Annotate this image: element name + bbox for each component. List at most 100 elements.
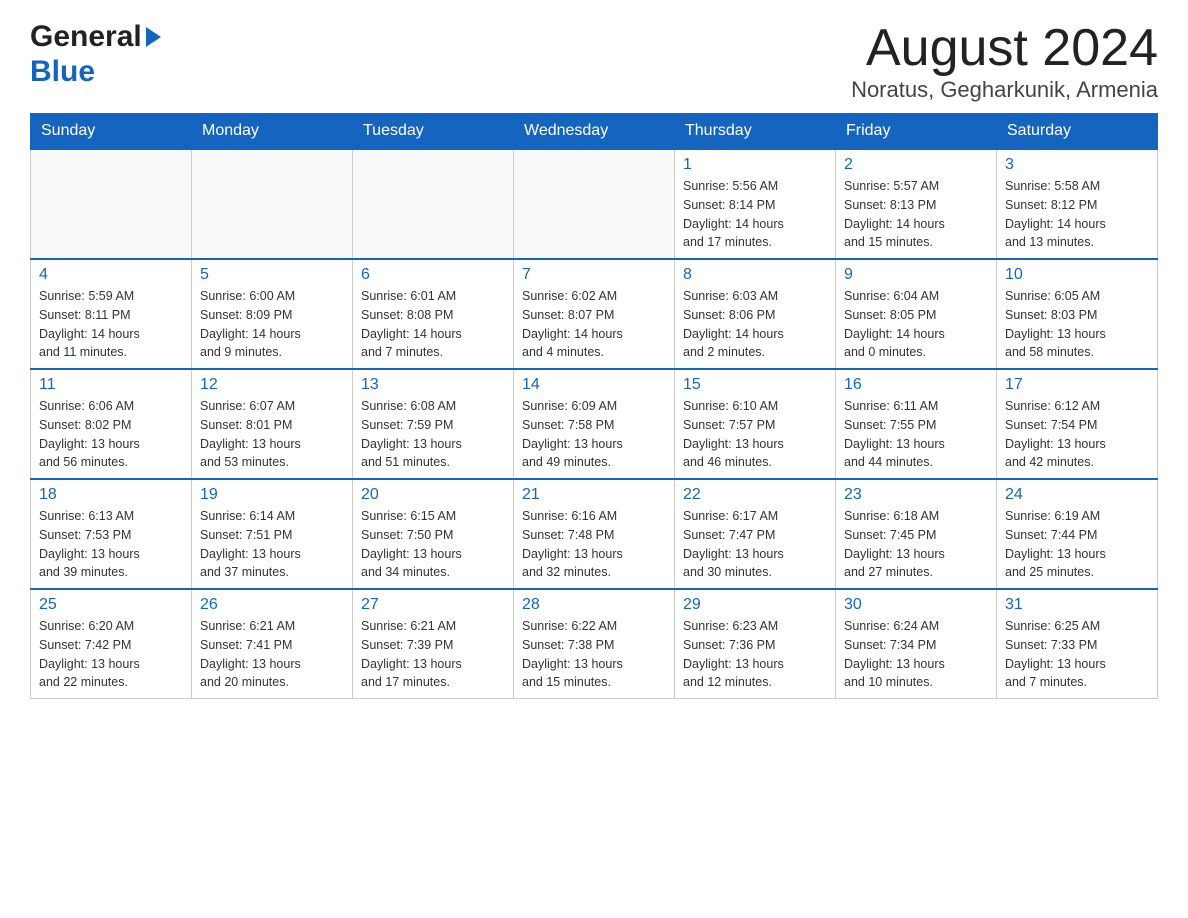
day-number: 29	[683, 596, 827, 614]
day-info: Sunrise: 6:02 AM Sunset: 8:07 PM Dayligh…	[522, 287, 666, 362]
day-number: 2	[844, 156, 988, 174]
day-number: 7	[522, 266, 666, 284]
week-row-2: 4 Sunrise: 5:59 AM Sunset: 8:11 PM Daylig…	[31, 259, 1158, 369]
day-info: Sunrise: 6:07 AM Sunset: 8:01 PM Dayligh…	[200, 397, 344, 472]
calendar-cell: 16 Sunrise: 6:11 AM Sunset: 7:55 PM Dayli…	[836, 369, 997, 479]
day-info: Sunrise: 6:14 AM Sunset: 7:51 PM Dayligh…	[200, 507, 344, 582]
day-info: Sunrise: 6:06 AM Sunset: 8:02 PM Dayligh…	[39, 397, 183, 472]
day-info: Sunrise: 6:16 AM Sunset: 7:48 PM Dayligh…	[522, 507, 666, 582]
day-number: 3	[1005, 156, 1149, 174]
day-number: 1	[683, 156, 827, 174]
day-info: Sunrise: 6:17 AM Sunset: 7:47 PM Dayligh…	[683, 507, 827, 582]
calendar-cell: 14 Sunrise: 6:09 AM Sunset: 7:58 PM Dayli…	[514, 369, 675, 479]
day-number: 8	[683, 266, 827, 284]
day-number: 12	[200, 376, 344, 394]
day-number: 30	[844, 596, 988, 614]
calendar-cell: 21Sunrise: 6:16 AM Sunset: 7:48 PM Dayli…	[514, 479, 675, 589]
day-header-monday: Monday	[192, 114, 353, 150]
day-number: 5	[200, 266, 344, 284]
day-number: 18	[39, 486, 183, 504]
day-number: 10	[1005, 266, 1149, 284]
day-number: 14	[522, 376, 666, 394]
day-info: Sunrise: 6:10 AM Sunset: 7:57 PM Dayligh…	[683, 397, 827, 472]
day-info: Sunrise: 5:59 AM Sunset: 8:11 PM Dayligh…	[39, 287, 183, 362]
calendar-cell: 26 Sunrise: 6:21 AM Sunset: 7:41 PM Dayli…	[192, 589, 353, 699]
day-number: 16	[844, 376, 988, 394]
day-info: Sunrise: 6:03 AM Sunset: 8:06 PM Dayligh…	[683, 287, 827, 362]
day-number: 19	[200, 486, 344, 504]
day-header-saturday: Saturday	[997, 114, 1158, 150]
calendar-cell: 19 Sunrise: 6:14 AM Sunset: 7:51 PM Dayli…	[192, 479, 353, 589]
day-number: 11	[39, 376, 183, 394]
day-info: Sunrise: 6:01 AM Sunset: 8:08 PM Dayligh…	[361, 287, 505, 362]
calendar-cell: 7 Sunrise: 6:02 AM Sunset: 8:07 PM Daylig…	[514, 259, 675, 369]
day-info: Sunrise: 6:08 AM Sunset: 7:59 PM Dayligh…	[361, 397, 505, 472]
day-header-tuesday: Tuesday	[353, 114, 514, 150]
week-row-1: 1 Sunrise: 5:56 AM Sunset: 8:14 PM Daylig…	[31, 149, 1158, 259]
day-info: Sunrise: 6:11 AM Sunset: 7:55 PM Dayligh…	[844, 397, 988, 472]
day-number: 6	[361, 266, 505, 284]
day-number: 22	[683, 486, 827, 504]
calendar-cell: 10 Sunrise: 6:05 AM Sunset: 8:03 PM Dayli…	[997, 259, 1158, 369]
calendar-cell: 3 Sunrise: 5:58 AM Sunset: 8:12 PM Daylig…	[997, 149, 1158, 259]
day-number: 17	[1005, 376, 1149, 394]
calendar-cell: 24 Sunrise: 6:19 AM Sunset: 7:44 PM Dayli…	[997, 479, 1158, 589]
day-number: 20	[361, 486, 505, 504]
day-number: 13	[361, 376, 505, 394]
day-info: Sunrise: 6:04 AM Sunset: 8:05 PM Dayligh…	[844, 287, 988, 362]
day-info: Sunrise: 6:19 AM Sunset: 7:44 PM Dayligh…	[1005, 507, 1149, 582]
day-number: 26	[200, 596, 344, 614]
calendar-cell: 27Sunrise: 6:21 AM Sunset: 7:39 PM Dayli…	[353, 589, 514, 699]
calendar-cell	[31, 149, 192, 259]
calendar-cell: 4 Sunrise: 5:59 AM Sunset: 8:11 PM Daylig…	[31, 259, 192, 369]
calendar-cell: 22 Sunrise: 6:17 AM Sunset: 7:47 PM Dayli…	[675, 479, 836, 589]
calendar-cell: 15Sunrise: 6:10 AM Sunset: 7:57 PM Dayli…	[675, 369, 836, 479]
day-number: 24	[1005, 486, 1149, 504]
logo-arrow-icon	[146, 27, 161, 47]
day-info: Sunrise: 6:15 AM Sunset: 7:50 PM Dayligh…	[361, 507, 505, 582]
calendar-cell: 13 Sunrise: 6:08 AM Sunset: 7:59 PM Dayli…	[353, 369, 514, 479]
calendar-cell	[353, 149, 514, 259]
day-info: Sunrise: 6:18 AM Sunset: 7:45 PM Dayligh…	[844, 507, 988, 582]
day-number: 31	[1005, 596, 1149, 614]
calendar-cell: 18Sunrise: 6:13 AM Sunset: 7:53 PM Dayli…	[31, 479, 192, 589]
calendar-cell	[514, 149, 675, 259]
calendar-cell: 17 Sunrise: 6:12 AM Sunset: 7:54 PM Dayli…	[997, 369, 1158, 479]
calendar-cell: 12 Sunrise: 6:07 AM Sunset: 8:01 PM Dayli…	[192, 369, 353, 479]
day-info: Sunrise: 6:23 AM Sunset: 7:36 PM Dayligh…	[683, 617, 827, 692]
calendar-cell: 25 Sunrise: 6:20 AM Sunset: 7:42 PM Dayli…	[31, 589, 192, 699]
calendar-cell: 28Sunrise: 6:22 AM Sunset: 7:38 PM Dayli…	[514, 589, 675, 699]
location: Noratus, Gegharkunik, Armenia	[851, 77, 1158, 103]
day-info: Sunrise: 6:00 AM Sunset: 8:09 PM Dayligh…	[200, 287, 344, 362]
day-info: Sunrise: 6:21 AM Sunset: 7:39 PM Dayligh…	[361, 617, 505, 692]
day-number: 9	[844, 266, 988, 284]
day-info: Sunrise: 6:20 AM Sunset: 7:42 PM Dayligh…	[39, 617, 183, 692]
logo-blue-text: Blue	[30, 55, 95, 88]
day-number: 25	[39, 596, 183, 614]
logo: General Blue	[30, 20, 163, 89]
calendar-cell: 30 Sunrise: 6:24 AM Sunset: 7:34 PM Dayli…	[836, 589, 997, 699]
calendar-cell	[192, 149, 353, 259]
calendar-cell: 31Sunrise: 6:25 AM Sunset: 7:33 PM Dayli…	[997, 589, 1158, 699]
day-header-sunday: Sunday	[31, 114, 192, 150]
day-header-thursday: Thursday	[675, 114, 836, 150]
day-info: Sunrise: 6:24 AM Sunset: 7:34 PM Dayligh…	[844, 617, 988, 692]
day-info: Sunrise: 6:21 AM Sunset: 7:41 PM Dayligh…	[200, 617, 344, 692]
day-info: Sunrise: 6:09 AM Sunset: 7:58 PM Dayligh…	[522, 397, 666, 472]
calendar-cell: 5 Sunrise: 6:00 AM Sunset: 8:09 PM Daylig…	[192, 259, 353, 369]
calendar-cell: 11 Sunrise: 6:06 AM Sunset: 8:02 PM Dayli…	[31, 369, 192, 479]
day-info: Sunrise: 6:22 AM Sunset: 7:38 PM Dayligh…	[522, 617, 666, 692]
title-area: August 2024 Noratus, Gegharkunik, Armeni…	[851, 20, 1158, 103]
day-info: Sunrise: 5:58 AM Sunset: 8:12 PM Dayligh…	[1005, 177, 1149, 252]
day-number: 4	[39, 266, 183, 284]
day-info: Sunrise: 5:56 AM Sunset: 8:14 PM Dayligh…	[683, 177, 827, 252]
calendar-cell: 8 Sunrise: 6:03 AM Sunset: 8:06 PM Daylig…	[675, 259, 836, 369]
calendar-cell: 20 Sunrise: 6:15 AM Sunset: 7:50 PM Dayli…	[353, 479, 514, 589]
day-number: 23	[844, 486, 988, 504]
day-info: Sunrise: 6:12 AM Sunset: 7:54 PM Dayligh…	[1005, 397, 1149, 472]
day-info: Sunrise: 6:05 AM Sunset: 8:03 PM Dayligh…	[1005, 287, 1149, 362]
calendar-cell: 29 Sunrise: 6:23 AM Sunset: 7:36 PM Dayli…	[675, 589, 836, 699]
week-row-3: 11 Sunrise: 6:06 AM Sunset: 8:02 PM Dayli…	[31, 369, 1158, 479]
week-row-4: 18Sunrise: 6:13 AM Sunset: 7:53 PM Dayli…	[31, 479, 1158, 589]
logo-general-text: General	[30, 20, 142, 55]
